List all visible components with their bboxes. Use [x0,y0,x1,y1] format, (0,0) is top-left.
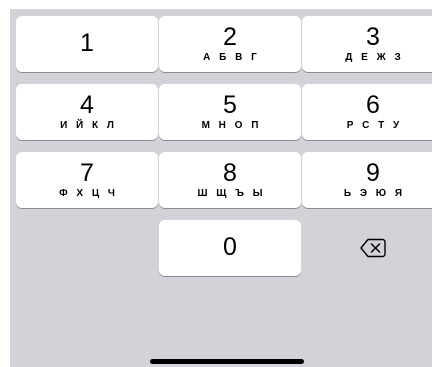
key-digit: 8 [223,159,237,187]
key-letters: А Б В Г [203,52,260,63]
numeric-keypad: 1 2 А Б В Г 3 Д Е Ж З 4 И Й К Л 5 М Н О … [10,9,432,367]
backspace-icon [360,238,386,258]
key-digit: 5 [223,91,237,119]
key-digit: 6 [366,91,380,119]
key-digit: 1 [80,28,94,57]
key-letters: И Й К Л [60,120,117,131]
key-letters: Ш Щ Ъ Ы [197,188,266,199]
key-digit: 9 [366,159,380,187]
key-letters: Ь Э Ю Я [343,188,406,199]
key-1[interactable]: 1 [16,16,158,72]
key-4[interactable]: 4 И Й К Л [16,84,158,140]
key-3[interactable]: 3 Д Е Ж З [302,16,432,72]
key-5[interactable]: 5 М Н О П [159,84,301,140]
delete-button[interactable] [302,220,432,276]
key-letters: Р С Т У [346,120,403,131]
key-2[interactable]: 2 А Б В Г [159,16,301,72]
key-letters: Ф Х Ц Ч [59,188,118,199]
key-0[interactable]: 0 [159,220,301,276]
key-8[interactable]: 8 Ш Щ Ъ Ы [159,152,301,208]
key-letters: М Н О П [201,120,262,131]
home-indicator[interactable] [150,359,304,364]
key-digit: 7 [80,159,94,187]
key-letters: Д Е Ж З [345,52,404,63]
key-digit: 2 [223,23,237,51]
key-digit: 4 [80,91,94,119]
key-6[interactable]: 6 Р С Т У [302,84,432,140]
key-9[interactable]: 9 Ь Э Ю Я [302,152,432,208]
key-digit: 3 [366,23,380,51]
key-7[interactable]: 7 Ф Х Ц Ч [16,152,158,208]
key-digit: 0 [223,232,237,261]
